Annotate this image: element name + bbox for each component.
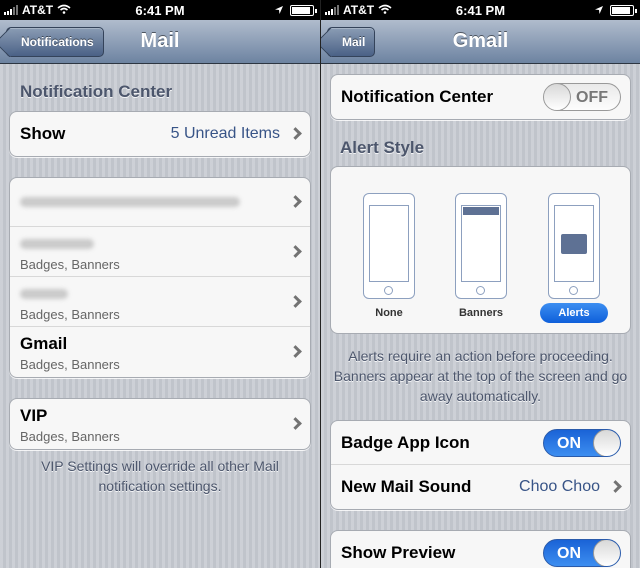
alert-style-alerts-option[interactable]	[548, 193, 600, 299]
account-alert-summary: Badges, Banners	[20, 257, 120, 272]
alert-style-none-option[interactable]	[363, 193, 415, 299]
status-bar: AT&T 6:41 PM	[0, 0, 320, 20]
navigation-bar: Notifications Mail	[0, 20, 320, 64]
show-preview-group: Show Preview ON	[330, 530, 631, 568]
account-row-gmail[interactable]: Gmail Badges, Banners	[10, 327, 310, 377]
toggle-state: ON	[557, 435, 581, 452]
badge-app-icon-row: Badge App Icon ON	[331, 421, 630, 465]
new-mail-sound-row[interactable]: New Mail Sound Choo Choo	[331, 465, 630, 509]
home-button-icon	[476, 286, 485, 295]
section-header-alert-style: Alert Style	[340, 138, 425, 157]
new-mail-sound-label: New Mail Sound	[341, 477, 472, 496]
chevron-right-icon	[289, 195, 302, 208]
navigation-bar: Mail Gmail	[321, 20, 640, 64]
badge-app-icon-label: Badge App Icon	[341, 433, 470, 452]
battery-icon	[610, 5, 637, 16]
status-bar: AT&T 6:41 PM	[321, 0, 640, 20]
badge-sound-group: Badge App Icon ON New Mail Sound Choo Ch…	[330, 420, 631, 510]
alert-style-label-none[interactable]: None	[355, 307, 423, 319]
battery-icon	[290, 5, 317, 16]
back-button-mail[interactable]: Mail	[327, 27, 376, 57]
account-alert-summary: Badges, Banners	[20, 357, 120, 372]
show-group: Show 5 Unread Items	[9, 111, 311, 157]
account-row[interactable]: Badges, Banners	[10, 227, 310, 277]
alert-style-picker: None Banners Alerts	[330, 166, 631, 334]
show-row[interactable]: Show 5 Unread Items	[10, 112, 310, 156]
vip-row[interactable]: VIP Badges, Banners	[10, 399, 310, 449]
toggle-knob	[544, 84, 571, 110]
account-row[interactable]: Badges, Banners	[10, 277, 310, 327]
accounts-group: Badges, Banners Badges, Banners Gmail Ba…	[9, 177, 311, 378]
notification-center-toggle[interactable]: OFF	[543, 83, 621, 111]
show-preview-label: Show Preview	[341, 543, 456, 562]
chevron-right-icon	[289, 244, 302, 258]
show-label: Show	[20, 124, 66, 143]
alert-preview	[561, 234, 587, 254]
alert-style-banners-option[interactable]	[455, 193, 507, 299]
notification-center-group: Notification Center OFF	[330, 74, 631, 120]
section-header-notification-center: Notification Center	[20, 82, 173, 101]
account-name: Gmail	[20, 334, 68, 353]
chevron-right-icon	[289, 417, 302, 430]
back-button-notifications[interactable]: Notifications	[6, 27, 104, 57]
redacted-account-name	[20, 197, 240, 207]
mail-notification-screen: AT&T 6:41 PM Notifications Mail Notifica…	[0, 0, 320, 568]
notification-center-row: Notification Center OFF	[331, 75, 630, 119]
chevron-right-icon	[289, 345, 302, 358]
status-time: 6:41 PM	[135, 3, 185, 18]
chevron-right-icon	[289, 294, 302, 308]
redacted-account-name	[20, 289, 68, 299]
chevron-right-icon	[289, 127, 302, 140]
status-time: 6:41 PM	[455, 3, 506, 18]
alert-style-label-banners[interactable]: Banners	[447, 307, 515, 319]
location-arrow-icon	[594, 3, 604, 18]
banner-preview	[463, 207, 499, 215]
vip-note: VIP Settings will override all other Mai…	[41, 458, 279, 494]
toggle-state: OFF	[576, 89, 608, 106]
badge-app-icon-toggle[interactable]: ON	[543, 429, 621, 457]
toggle-knob	[593, 540, 620, 566]
vip-alert-summary: Badges, Banners	[20, 429, 120, 444]
redacted-account-name	[20, 239, 94, 249]
home-button-icon	[384, 286, 393, 295]
alert-style-explanation: Alerts require an action before proceedi…	[333, 348, 628, 404]
account-alert-summary: Badges, Banners	[20, 307, 120, 322]
notification-center-label: Notification Center	[341, 87, 494, 106]
vip-label: VIP	[20, 406, 48, 425]
vip-group: VIP Badges, Banners	[9, 398, 311, 450]
alert-style-label-alerts[interactable]: Alerts	[540, 303, 608, 323]
show-preview-row: Show Preview ON	[331, 531, 630, 568]
chevron-right-icon	[609, 480, 622, 493]
home-button-icon	[569, 286, 578, 295]
gmail-notification-screen: AT&T 6:41 PM Mail Gmail Notification Cen…	[320, 0, 640, 568]
show-preview-toggle[interactable]: ON	[543, 539, 621, 567]
show-value: 5 Unread Items	[170, 125, 280, 142]
new-mail-sound-value: Choo Choo	[519, 478, 600, 495]
toggle-state: ON	[557, 545, 581, 562]
account-row[interactable]	[10, 178, 310, 227]
toggle-knob	[593, 430, 620, 456]
location-arrow-icon	[274, 3, 284, 18]
